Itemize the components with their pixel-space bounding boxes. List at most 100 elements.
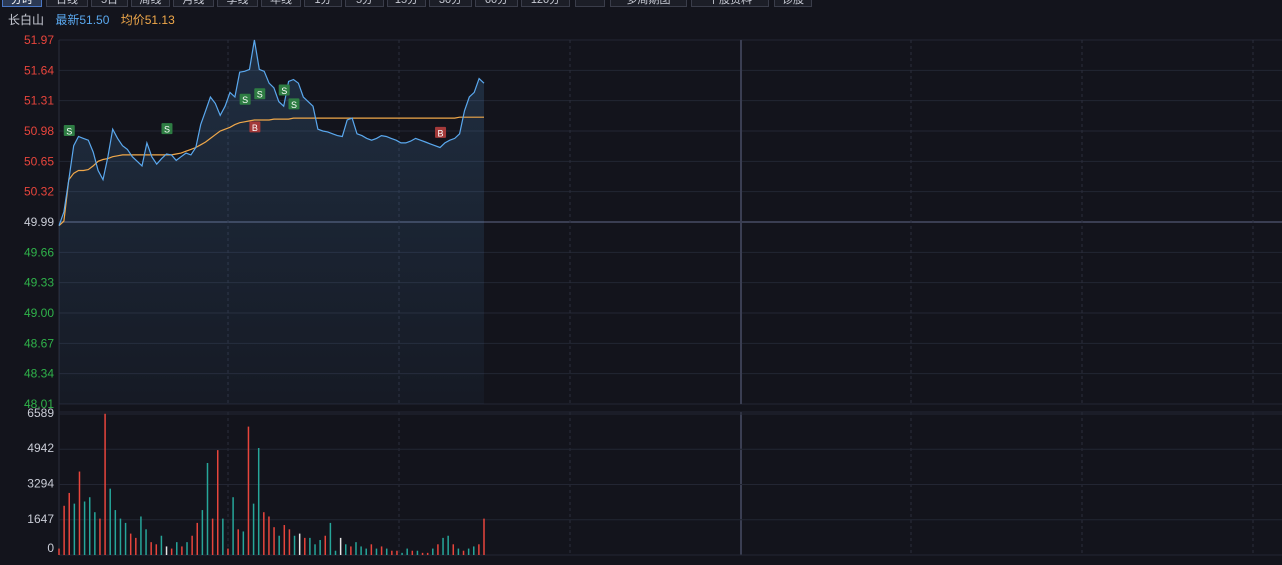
- volume-bar: [150, 542, 152, 555]
- volume-bar: [73, 503, 76, 555]
- volume-bar: [247, 426, 250, 555]
- volume-bar: [421, 552, 424, 555]
- volume-bar: [462, 550, 465, 555]
- volume-bar: [273, 527, 275, 555]
- volume-bar: [339, 537, 342, 555]
- volume-bar: [293, 535, 296, 555]
- price-tick-label: 49.99: [24, 215, 54, 229]
- volume-bar: [478, 544, 480, 555]
- volume-bar: [288, 529, 291, 555]
- buy-marker: B: [249, 121, 261, 133]
- volume-bar: [155, 544, 158, 555]
- volume-bar: [473, 546, 475, 555]
- volume-bar: [124, 522, 127, 555]
- volume-bar: [268, 516, 270, 555]
- volume-bar: [396, 550, 398, 555]
- volume-tick-label: 6589: [27, 406, 54, 420]
- volume-bar: [309, 537, 311, 555]
- volume-bar: [416, 550, 419, 555]
- sell-marker: S: [161, 123, 173, 135]
- volume-bar: [426, 552, 429, 555]
- price-tick-label: 48.34: [24, 367, 54, 381]
- volume-bar: [201, 510, 204, 555]
- volume-bar: [83, 501, 86, 555]
- volume-bar: [227, 548, 229, 555]
- volume-bar: [165, 546, 168, 555]
- volume-bar: [242, 531, 245, 555]
- volume-bar: [329, 522, 332, 555]
- volume-bar: [114, 510, 117, 555]
- price-tick-label: 48.67: [24, 336, 54, 350]
- volume-bar: [452, 544, 455, 555]
- volume-bar: [211, 518, 214, 555]
- price-tick-label: 51.31: [24, 94, 54, 108]
- price-tick-label: 49.66: [24, 245, 54, 259]
- marker-label: B: [252, 123, 258, 133]
- volume-tick-label: 3294: [27, 477, 54, 491]
- volume-bar: [437, 544, 439, 555]
- volume-bar: [222, 518, 224, 555]
- marker-label: B: [438, 128, 444, 138]
- volume-bar: [181, 546, 183, 555]
- volume-bar: [375, 548, 378, 555]
- price-tick-label: 51.64: [24, 63, 54, 77]
- volume-bar: [68, 492, 70, 555]
- volume-bar: [385, 548, 388, 555]
- marker-label: S: [281, 86, 287, 96]
- volume-bar: [145, 529, 147, 555]
- volume-bar: [334, 550, 337, 555]
- volume-bar: [58, 548, 60, 555]
- volume-bar: [257, 448, 260, 555]
- volume-bar: [140, 516, 142, 555]
- volume-bar: [370, 544, 373, 555]
- volume-tick-label: 0: [47, 541, 54, 555]
- price-tick-label: 50.32: [24, 185, 54, 199]
- volume-bar: [298, 533, 301, 555]
- volume-bar: [216, 450, 219, 555]
- volume-bar: [442, 537, 444, 555]
- sell-marker: S: [239, 93, 251, 105]
- sell-marker: S: [278, 84, 290, 96]
- volume-bar: [186, 542, 188, 555]
- volume-bar: [196, 522, 199, 555]
- price-area: [59, 40, 484, 404]
- sell-marker: S: [288, 98, 300, 110]
- volume-bar: [380, 546, 383, 555]
- price-tick-label: 50.65: [24, 154, 54, 168]
- volume-bar: [63, 505, 65, 555]
- sell-marker: S: [254, 88, 266, 100]
- volume-bar: [314, 544, 316, 555]
- volume-bar: [406, 548, 408, 555]
- volume-bar: [104, 413, 106, 555]
- volume-bar: [283, 525, 286, 555]
- volume-bar: [319, 540, 321, 555]
- volume-bar: [252, 503, 255, 555]
- price-tick-label: 50.98: [24, 124, 54, 138]
- volume-bar: [129, 533, 132, 555]
- volume-bar: [206, 462, 209, 555]
- price-area-fill: [59, 40, 484, 404]
- price-tick-label: 49.00: [24, 306, 54, 320]
- marker-label: S: [291, 100, 297, 110]
- volume-bar: [278, 535, 280, 555]
- volume-bar: [176, 542, 178, 555]
- volume-bar: [94, 512, 96, 555]
- volume-bar: [99, 518, 101, 555]
- volume-bar: [355, 542, 357, 555]
- volume-bar: [170, 548, 173, 555]
- volume-bar: [119, 518, 122, 555]
- volume-bar: [88, 497, 91, 555]
- volume-bar: [432, 548, 434, 555]
- volume-bar: [78, 471, 81, 555]
- volume-axis: 6589 4942 3294 1647 0: [27, 406, 54, 555]
- sell-marker: S: [63, 125, 75, 137]
- marker-label: S: [164, 125, 170, 135]
- volume-bar: [350, 546, 352, 555]
- price-axis: 51.97 51.64 51.31 50.98 50.65 50.32 49.99 49.66…: [24, 33, 54, 411]
- volume-bar: [447, 535, 449, 555]
- volume-bar: [160, 535, 163, 555]
- volume-tick-label: 4942: [27, 441, 54, 455]
- volume-bar: [360, 546, 362, 555]
- volume-bar: [365, 548, 367, 555]
- volume-bar: [391, 550, 393, 555]
